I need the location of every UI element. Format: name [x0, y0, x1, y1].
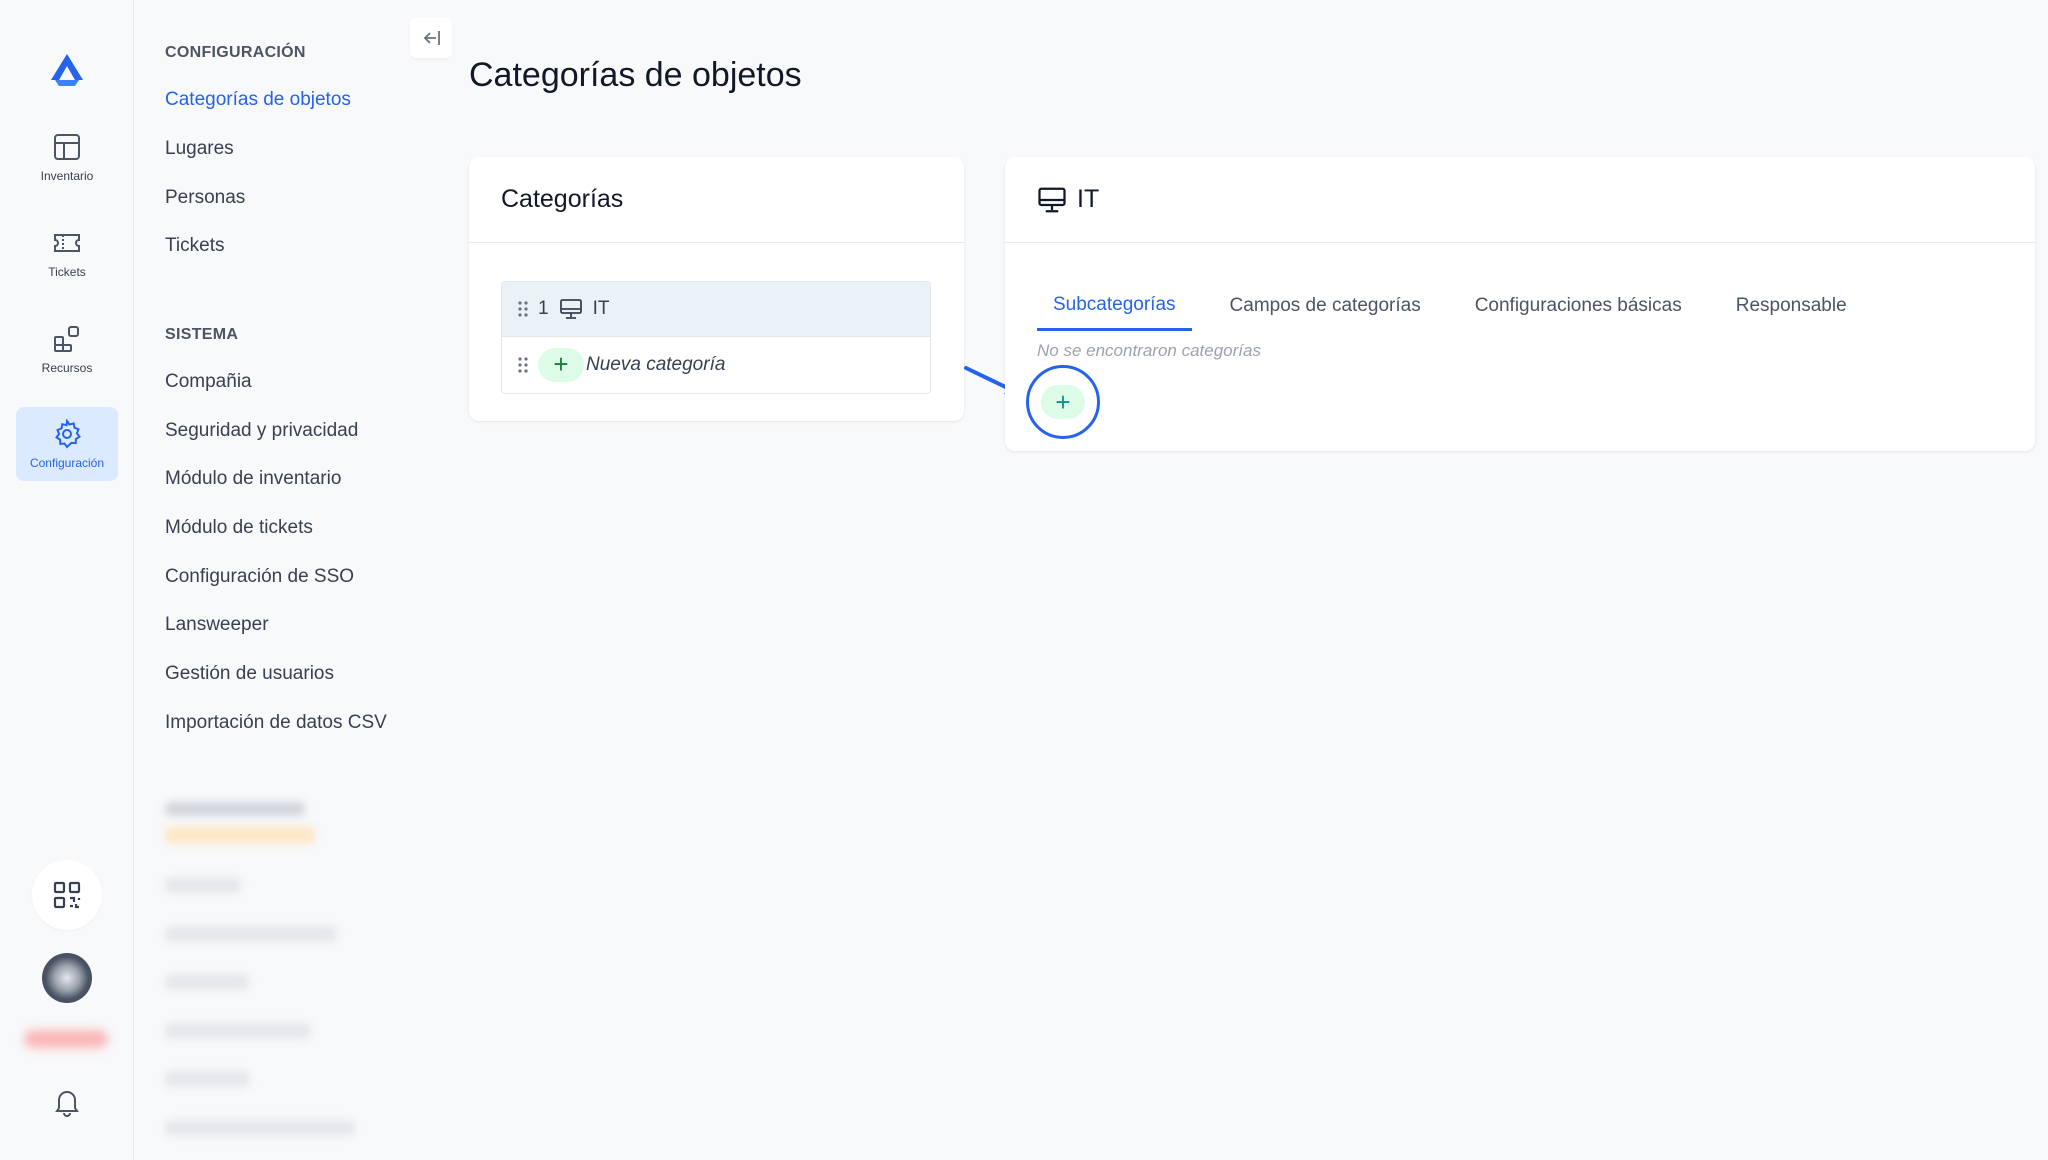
empty-message: No se encontraron categorías	[1037, 341, 1261, 360]
blurred-item	[165, 1120, 355, 1136]
blurred-item	[165, 1023, 311, 1039]
blurred-section-title	[165, 802, 305, 816]
monitor-icon	[1038, 187, 1066, 212]
drag-handle-icon[interactable]	[516, 299, 530, 319]
ticket-icon	[54, 234, 80, 252]
tab-campos-categorias[interactable]: Campos de categorías	[1214, 281, 1437, 331]
categories-card: Categorías 1 IT + Nueva categoría	[469, 157, 964, 421]
blurred-item	[165, 877, 241, 893]
sidebar-item-modulo-tickets[interactable]: Módulo de tickets	[165, 517, 313, 539]
bell-icon[interactable]	[51, 1086, 83, 1118]
new-category-input[interactable]: Nueva categoría	[586, 354, 725, 376]
plus-icon: +	[1041, 385, 1085, 419]
plus-icon: +	[553, 349, 569, 379]
monitor-icon	[559, 299, 582, 319]
categories-card-header: Categorías	[469, 157, 964, 243]
add-subcategory-button[interactable]: +	[1026, 365, 1100, 439]
category-list: 1 IT + Nueva categoría	[501, 281, 931, 394]
sidebar-item-compania[interactable]: Compañia	[165, 371, 252, 393]
rail-label: Inventario	[40, 169, 94, 183]
table-icon	[54, 134, 80, 160]
blurred-item	[165, 926, 337, 942]
tab-responsable[interactable]: Responsable	[1720, 281, 1863, 331]
qr-button[interactable]	[32, 860, 102, 930]
rail-item-tickets[interactable]: Tickets	[16, 216, 118, 290]
category-detail-card: IT Subcategorías Campos de categorías Co…	[1005, 157, 2035, 451]
blurred-badge	[24, 1030, 108, 1048]
categories-card-title: Categorías	[501, 185, 624, 213]
qr-code-icon	[53, 881, 81, 909]
category-row-it[interactable]: 1 IT	[502, 282, 930, 337]
rail-label: Tickets	[48, 265, 86, 279]
page-title: Categorías de objetos	[469, 56, 802, 94]
blurred-item	[165, 974, 249, 990]
rail-item-recursos[interactable]: Recursos	[16, 312, 118, 386]
collapse-sidebar-button[interactable]	[410, 18, 452, 58]
sidebar-item-tickets[interactable]: Tickets	[165, 235, 224, 257]
detail-card-header: IT	[1005, 157, 2035, 243]
rail-label: Recursos	[41, 361, 93, 375]
tab-subcategorias[interactable]: Subcategorías	[1037, 281, 1192, 331]
app-logo-icon[interactable]	[47, 50, 87, 90]
tab-configuraciones-basicas[interactable]: Configuraciones básicas	[1459, 281, 1698, 331]
avatar[interactable]	[42, 953, 92, 1003]
detail-tabs: Subcategorías Campos de categorías Confi…	[1037, 281, 1885, 331]
category-index: 1	[538, 298, 549, 319]
sidebar-item-categorias[interactable]: Categorías de objetos	[165, 89, 351, 111]
icon-rail: Inventario Tickets Recursos Configuració…	[0, 0, 134, 1160]
rail-item-configuracion[interactable]: Configuración	[16, 407, 118, 481]
drag-handle-icon	[518, 356, 528, 373]
rail-item-inventario[interactable]: Inventario	[16, 120, 118, 194]
sidebar-item-lugares[interactable]: Lugares	[165, 138, 234, 160]
sidebar-item-importacion-csv[interactable]: Importación de datos CSV	[165, 712, 387, 734]
blurred-badge	[165, 826, 315, 844]
gear-icon	[55, 418, 81, 449]
new-category-row[interactable]: + Nueva categoría	[502, 337, 930, 392]
sidebar-item-lansweeper[interactable]: Lansweeper	[165, 614, 269, 636]
blurred-item	[165, 1071, 249, 1087]
sidebar-item-sso[interactable]: Configuración de SSO	[165, 566, 354, 588]
sidebar-item-gestion-usuarios[interactable]: Gestión de usuarios	[165, 663, 334, 685]
resources-icon	[54, 326, 79, 352]
sidebar-item-modulo-inventario[interactable]: Módulo de inventario	[165, 468, 341, 490]
detail-card-title: IT	[1077, 185, 1100, 213]
category-name: IT	[592, 298, 610, 319]
collapse-left-icon	[423, 31, 440, 45]
section-title-configuracion: CONFIGURACIÓN	[165, 44, 306, 61]
sidebar-item-personas[interactable]: Personas	[165, 187, 245, 209]
section-title-sistema: SISTEMA	[165, 326, 239, 343]
rail-label: Configuración	[29, 456, 105, 470]
sidebar-item-seguridad[interactable]: Seguridad y privacidad	[165, 420, 358, 442]
add-category-button[interactable]: +	[538, 347, 584, 382]
